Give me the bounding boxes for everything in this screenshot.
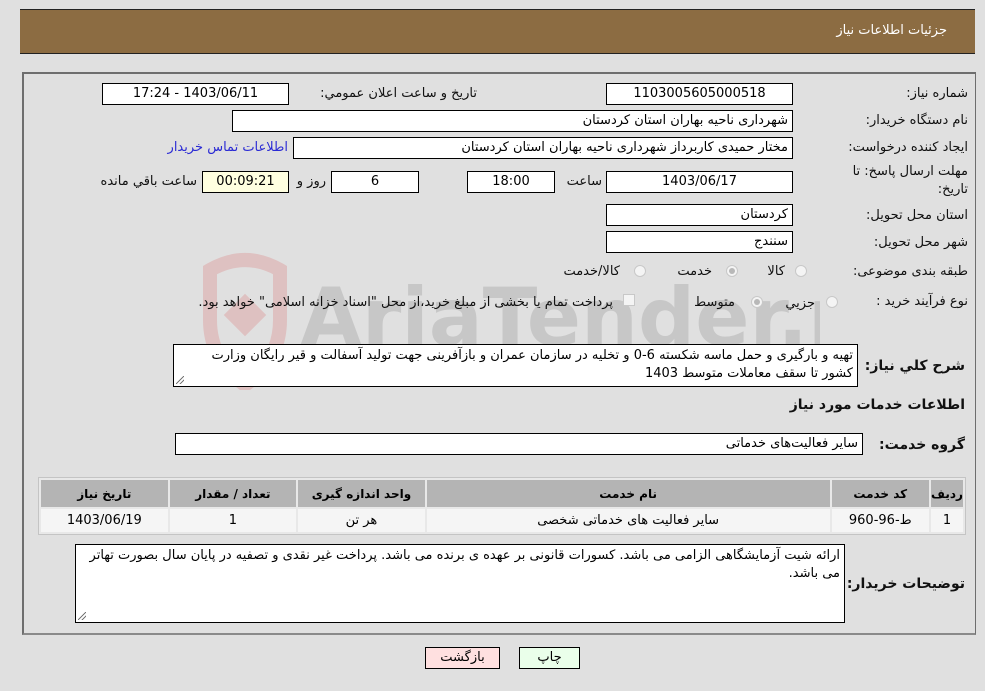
deadline-label-date: تاريخ: bbox=[937, 182, 968, 197]
remaining-days-label: روز و bbox=[296, 174, 326, 189]
cell-service-name: سایر فعالیت های خدماتی شخصی bbox=[426, 509, 830, 532]
cell-need-date: 1403/06/19 bbox=[41, 509, 168, 532]
col-header-row-number: رديف bbox=[930, 480, 963, 507]
category-option-goods-service: کالا/خدمت bbox=[563, 264, 620, 279]
description-textarea[interactable]: تهیه و بارگیری و حمل ماسه شکسته 6-0 و تخ… bbox=[173, 344, 858, 387]
description-text: تهیه و بارگیری و حمل ماسه شکسته 6-0 و تخ… bbox=[211, 348, 853, 381]
category-option-service: خدمت bbox=[677, 264, 712, 279]
purchase-type-label: نوع فرآيند خريد : bbox=[876, 294, 968, 309]
announce-datetime-field: 1403/06/11 - 17:24 bbox=[102, 83, 289, 105]
remaining-days-field: 6 bbox=[331, 171, 419, 193]
resize-handle-icon[interactable] bbox=[78, 612, 86, 620]
purchase-type-radio-minor[interactable] bbox=[826, 296, 838, 308]
description-label: شرح کلي نياز: bbox=[864, 358, 965, 374]
remaining-time-label: ساعت باقي مانده bbox=[100, 174, 197, 189]
city-field: سنندج bbox=[606, 231, 793, 253]
print-button[interactable]: چاپ bbox=[519, 647, 580, 669]
cell-unit: هر تن bbox=[298, 509, 425, 532]
category-option-goods: کالا bbox=[767, 264, 785, 279]
province-field: کردستان bbox=[606, 204, 793, 226]
service-group-label: گروه خدمت: bbox=[879, 437, 965, 453]
page-header: جزئیات اطلاعات نیاز bbox=[20, 9, 975, 54]
purchase-type-option-medium: متوسط bbox=[694, 295, 735, 310]
category-label: طبقه بندی موضوعی: bbox=[852, 264, 968, 279]
treasury-note: پرداخت تمام يا بخشی از مبلغ خريد،از محل … bbox=[198, 295, 613, 310]
table-row: 1 ط-96-960 سایر فعالیت های خدماتی شخصی ه… bbox=[41, 509, 963, 532]
creator-field: مختار حمیدی کاربرداز شهرداری ناحیه بهارا… bbox=[293, 137, 793, 159]
buyer-org-field: شهرداری ناحیه بهاران استان کردستان bbox=[232, 110, 793, 132]
category-radio-service[interactable] bbox=[726, 265, 738, 277]
need-number-label: شماره نیاز: bbox=[906, 86, 968, 101]
cell-row-number: 1 bbox=[930, 509, 963, 532]
creator-label: ايجاد کننده درخواست: bbox=[848, 140, 968, 155]
service-group-field: سایر فعالیت‌های خدماتی bbox=[175, 433, 863, 455]
buyer-org-label: نام دستگاه خريدار: bbox=[865, 113, 968, 128]
city-label: شهر محل تحويل: bbox=[873, 235, 968, 250]
need-number-field: 1103005605000518 bbox=[606, 83, 793, 105]
resize-handle-icon[interactable] bbox=[176, 376, 184, 384]
services-table: رديف کد خدمت نام خدمت واحد اندازه گیری ت… bbox=[38, 477, 966, 535]
deadline-date-field: 1403/06/17 bbox=[606, 171, 793, 193]
province-label: استان محل تحويل: bbox=[866, 208, 968, 223]
buyer-notes-textarea[interactable]: ارائه شیت آزمایشگاهی الزامی می باشد. کسو… bbox=[75, 544, 845, 623]
category-radio-goods-service[interactable] bbox=[634, 265, 646, 277]
buyer-notes-label: توضيحات خريدار: bbox=[846, 576, 965, 592]
category-radio-goods[interactable] bbox=[795, 265, 807, 277]
buyer-notes-text: ارائه شیت آزمایشگاهی الزامی می باشد. کسو… bbox=[89, 548, 840, 581]
announce-datetime-label: تاریخ و ساعت اعلان عمومي: bbox=[320, 86, 477, 101]
deadline-time-field: 18:00 bbox=[467, 171, 555, 193]
treasury-checkbox[interactable] bbox=[623, 294, 635, 306]
cell-quantity: 1 bbox=[169, 509, 297, 532]
col-header-unit: واحد اندازه گیری bbox=[298, 480, 425, 507]
remaining-time-field: 00:09:21 bbox=[202, 171, 289, 193]
col-header-service-name: نام خدمت bbox=[426, 480, 830, 507]
purchase-type-option-minor: جزيي bbox=[785, 296, 815, 311]
page-title: جزئیات اطلاعات نیاز bbox=[836, 23, 947, 38]
col-header-service-code: کد خدمت bbox=[831, 480, 929, 507]
buyer-contact-link[interactable]: اطلاعات تماس خريدار bbox=[168, 140, 288, 155]
deadline-time-label: ساعت bbox=[566, 174, 602, 189]
col-header-quantity: تعداد / مقدار bbox=[169, 480, 297, 507]
back-button[interactable]: بازگشت bbox=[425, 647, 500, 669]
purchase-type-radio-medium[interactable] bbox=[751, 296, 763, 308]
services-section-title: اطلاعات خدمات مورد نياز bbox=[789, 397, 965, 413]
col-header-need-date: تاريخ نياز bbox=[41, 480, 168, 507]
cell-service-code: ط-96-960 bbox=[831, 509, 929, 532]
deadline-label: مهلت ارسال پاسخ: تا bbox=[852, 164, 968, 179]
services-table-header: رديف کد خدمت نام خدمت واحد اندازه گیری ت… bbox=[41, 480, 963, 507]
